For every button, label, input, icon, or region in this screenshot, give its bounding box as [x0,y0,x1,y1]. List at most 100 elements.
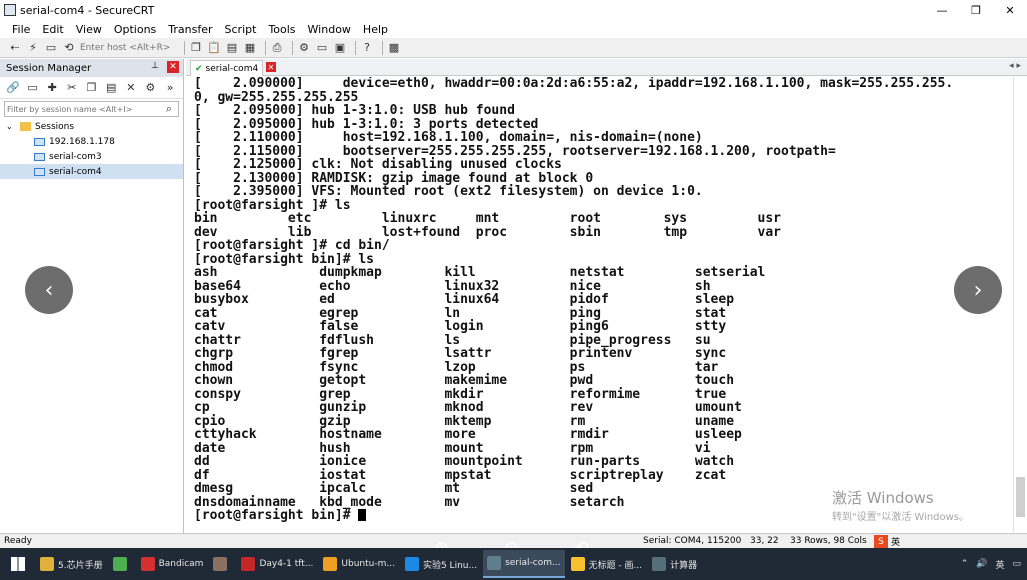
session-manager-header: Session Manager ⊥ ✕ [0,59,183,77]
taskbar-item[interactable]: serial-com... [483,550,565,578]
taskbar-item[interactable] [209,550,235,578]
app-icon [487,556,502,570]
taskbar-item[interactable]: 实验5 Linu... [401,550,481,578]
tab-serial-com4[interactable]: ✔ serial-com4 [190,60,264,76]
taskbar-item-label: Ubuntu-m... [341,559,395,569]
menu-file[interactable]: File [12,23,30,36]
search-icon[interactable]: ⌕ [162,102,176,116]
session-manager-toolbar: 🔗 ▭ ✚ ✂ ❐ ▤ ✕ ⚙ » [0,77,183,99]
sogou-ime-icon[interactable]: S [874,535,888,548]
session-item-label: serial-com3 [49,151,102,162]
securecrt-app-icon [4,4,16,16]
previous-arrow-icon[interactable]: ‹ [25,266,73,314]
copy-icon[interactable]: ❐ [189,41,203,55]
quick-connect-icon[interactable]: ⚡ [26,41,40,55]
tray-up-arrow-icon[interactable]: ⌃ [961,559,969,569]
terminal-line: [root@farsight bin]# [194,508,359,523]
keymap-icon[interactable]: ▣ [333,41,347,55]
enter-host-input[interactable] [80,40,180,55]
connect-tab-icon[interactable]: ▭ [44,41,58,55]
tab-navigation[interactable]: ◂ ▸ [1009,61,1021,71]
menu-edit[interactable]: Edit [42,23,63,36]
session-item[interactable]: 192.168.1.178 [0,134,183,149]
connected-check-icon: ✔ [195,63,203,74]
more-icon[interactable]: » [163,81,177,95]
session-item-label: 192.168.1.178 [49,136,115,147]
session-icon [34,167,45,176]
help-icon[interactable]: ? [360,41,374,55]
menu-window[interactable]: Window [308,23,351,36]
taskbar-item-label: 计算器 [670,560,698,571]
start-button[interactable] [0,548,36,580]
chevron-down-icon[interactable]: ⌄ [6,122,16,131]
scrollbar-thumb[interactable] [1016,477,1025,517]
taskbar-item-label: serial-com... [505,558,561,568]
taskbar-item[interactable] [109,550,135,578]
session-item-selected[interactable]: serial-com4 [0,164,183,179]
session-tab-icon[interactable]: ▭ [26,81,40,95]
settings-icon[interactable]: ⚙ [297,41,311,55]
terminal-scrollbar[interactable] [1013,77,1027,533]
link-icon[interactable]: 🔗 [6,81,20,95]
session-item[interactable]: serial-com3 [0,149,183,164]
find-icon[interactable]: ▦ [243,41,257,55]
toolbar-separator [184,40,185,55]
copy-paste-icon[interactable]: ▤ [225,41,239,55]
taskbar-item[interactable]: 计算器 [648,550,701,578]
folder-icon [20,122,31,131]
pin-icon[interactable]: ⊥ [151,61,159,71]
taskbar-item-label: 5.芯片手册 [58,560,103,571]
notification-icon[interactable]: ▭ [1012,559,1021,569]
menu-help[interactable]: Help [363,23,388,36]
terminal-output[interactable]: [ 2.090000] device=eth0, hwaddr=00:0a:2d… [186,77,1013,533]
session-manager-close-icon[interactable]: ✕ [167,61,179,73]
session-item-label: serial-com4 [49,166,102,177]
windows-logo-icon [11,557,25,571]
app-icon [112,557,127,571]
tab-close-icon[interactable]: ✕ [266,62,276,72]
print-icon[interactable]: ⎙ [270,41,284,55]
taskbar-item[interactable]: Bandicam [137,550,208,578]
menu-script[interactable]: Script [225,23,257,36]
minimize-button[interactable]: — [925,0,959,20]
global-options-icon[interactable]: ▭ [315,41,329,55]
window-controls: — ❐ ✕ [925,0,1027,20]
menu-options[interactable]: Options [114,23,156,36]
taskbar-item[interactable]: Ubuntu-m... [319,550,399,578]
menu-tools[interactable]: Tools [268,23,295,36]
app-icon [652,557,667,571]
ime-language[interactable]: 英 [891,535,900,548]
toolbar-separator [292,40,293,55]
toolbar: ⇠ ⚡ ▭ ⟲ ❐ 📋 ▤ ▦ ⎙ ⚙ ▭ ▣ ? ▩ [0,38,1027,58]
sessions-folder[interactable]: ⌄ Sessions [0,119,183,134]
sessions-folder-label: Sessions [35,121,75,132]
taskbar-item[interactable]: 5.芯片手册 [36,550,107,578]
paste-session-icon[interactable]: ▤ [104,81,118,95]
next-arrow-icon[interactable]: › [954,266,1002,314]
connect-icon[interactable]: ⇠ [8,41,22,55]
paste-icon[interactable]: 📋 [207,41,221,55]
session-filter-input[interactable] [5,103,162,115]
ime-toolbar[interactable]: S 英 [874,534,900,549]
taskbar-item-label: Bandicam [158,559,204,569]
cut-icon[interactable]: ✂ [65,81,79,95]
menu-transfer[interactable]: Transfer [168,23,212,36]
session-icon [34,152,45,161]
terminal-cursor [358,509,367,521]
session-filter: ⌕ [4,101,179,117]
copy-session-icon[interactable]: ❐ [85,81,99,95]
taskbar-item[interactable]: 无标题 - 画... [567,550,647,578]
maximize-button[interactable]: ❐ [959,0,993,20]
taskbar-item[interactable]: Day4-1 tft... [237,550,317,578]
speaker-icon[interactable]: 🔊 [976,559,987,569]
delete-icon[interactable]: ✕ [124,81,138,95]
tray-language[interactable]: 英 [995,558,1004,571]
add-session-icon[interactable]: ✚ [45,81,59,95]
app-icon [40,557,54,571]
close-button[interactable]: ✕ [993,0,1027,20]
reconnect-icon[interactable]: ⟲ [62,41,76,55]
script-icon[interactable]: ▩ [387,41,401,55]
session-icon [34,137,45,146]
menu-view[interactable]: View [76,23,102,36]
properties-icon[interactable]: ⚙ [144,81,158,95]
